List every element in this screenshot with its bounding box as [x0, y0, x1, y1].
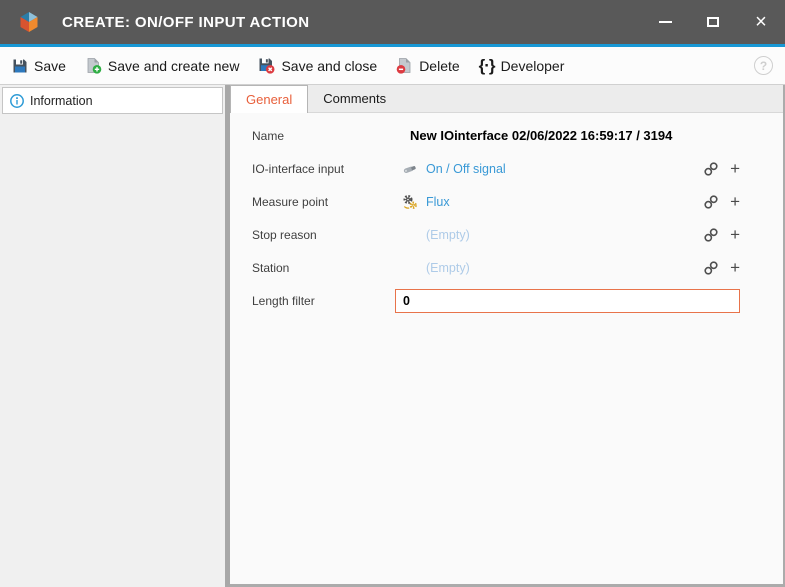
field-label: Stop reason	[252, 228, 402, 242]
stop-reason-value[interactable]: (Empty)	[426, 228, 470, 242]
measure-point-link[interactable]: Flux	[426, 195, 450, 209]
delete-label: Delete	[419, 58, 459, 74]
developer-label: Developer	[501, 58, 565, 74]
link-record-icon[interactable]	[703, 194, 719, 210]
close-button[interactable]: ×	[737, 0, 785, 44]
minimize-icon	[659, 21, 672, 23]
window-controls: ×	[641, 0, 785, 44]
tabstrip: General Comments	[230, 85, 783, 113]
save-close-icon	[258, 57, 275, 74]
form-row-name: Name New IOinterface 02/06/2022 16:59:17…	[230, 119, 783, 152]
station-value[interactable]: (Empty)	[426, 261, 470, 275]
link-record-icon[interactable]	[703, 260, 719, 276]
detail-panel: General Comments Name New IOinterface 02…	[230, 85, 785, 587]
form-row-stop-reason: Stop reason (Empty) +	[230, 218, 783, 251]
save-and-close-button[interactable]: Save and close	[258, 57, 377, 74]
developer-braces-icon: {·}	[479, 56, 495, 76]
field-label: IO-interface input	[252, 162, 402, 176]
add-record-icon[interactable]: +	[730, 160, 740, 177]
field-label: Length filter	[252, 294, 402, 308]
form-row-length-filter: Length filter	[230, 284, 783, 317]
gears-icon	[402, 194, 418, 210]
save-and-close-label: Save and close	[281, 58, 377, 74]
information-panel-label: Information	[30, 94, 93, 108]
main-area: Information General Comments Name New IO	[0, 85, 785, 587]
form-row-measure-point: Measure point	[230, 185, 783, 218]
length-filter-input[interactable]	[395, 289, 740, 313]
tab-general-label: General	[246, 92, 292, 107]
minimize-button[interactable]	[641, 0, 689, 44]
add-record-icon[interactable]: +	[730, 226, 740, 243]
add-record-icon[interactable]: +	[730, 193, 740, 210]
sensor-icon	[402, 161, 418, 177]
app-logo-cube-icon	[16, 9, 42, 35]
dialog-window: CREATE: ON/OFF INPUT ACTION × Save	[0, 0, 785, 587]
titlebar: CREATE: ON/OFF INPUT ACTION ×	[0, 0, 785, 44]
close-icon: ×	[755, 12, 767, 32]
save-create-new-icon	[85, 57, 102, 74]
save-and-create-new-label: Save and create new	[108, 58, 240, 74]
tab-general[interactable]: General	[230, 85, 308, 113]
form-row-io-interface-input: IO-interface input On / Off si	[230, 152, 783, 185]
field-label: Measure point	[252, 195, 402, 209]
info-icon	[9, 93, 25, 109]
link-record-icon[interactable]	[703, 227, 719, 243]
information-panel-header[interactable]: Information	[2, 87, 223, 114]
information-panel: Information	[0, 85, 225, 587]
toolbar: Save Save and create new Save and close	[0, 47, 785, 85]
add-record-icon[interactable]: +	[730, 259, 740, 276]
delete-button[interactable]: Delete	[396, 57, 459, 74]
general-tab-content: Name New IOinterface 02/06/2022 16:59:17…	[230, 113, 783, 584]
window-title: CREATE: ON/OFF INPUT ACTION	[62, 14, 641, 31]
maximize-icon	[707, 17, 719, 27]
save-and-create-new-button[interactable]: Save and create new	[85, 57, 240, 74]
delete-icon	[396, 57, 413, 74]
io-interface-input-link[interactable]: On / Off signal	[426, 162, 506, 176]
name-value: New IOinterface 02/06/2022 16:59:17 / 31…	[402, 128, 672, 143]
tab-comments-label: Comments	[323, 91, 386, 106]
link-record-icon[interactable]	[703, 161, 719, 177]
maximize-button[interactable]	[689, 0, 737, 44]
developer-button[interactable]: {·} Developer	[479, 56, 565, 76]
field-label: Name	[252, 129, 402, 143]
save-label: Save	[34, 58, 66, 74]
help-icon[interactable]: ?	[754, 56, 773, 75]
field-label: Station	[252, 261, 402, 275]
tab-comments[interactable]: Comments	[308, 85, 401, 112]
save-button[interactable]: Save	[12, 58, 66, 74]
form-row-station: Station (Empty) +	[230, 251, 783, 284]
save-icon	[12, 58, 28, 74]
